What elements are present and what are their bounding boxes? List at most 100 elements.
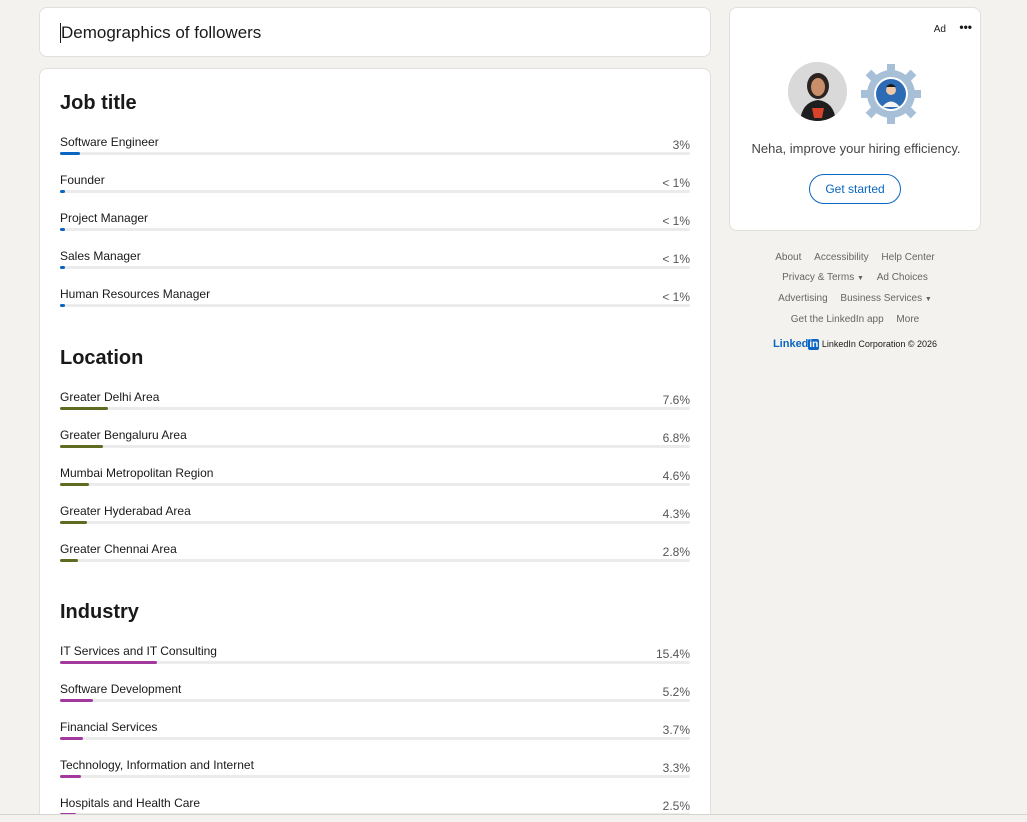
progress-fill xyxy=(60,699,93,702)
item-percentage: < 1% xyxy=(662,252,690,266)
item-label: Software Development xyxy=(60,682,182,696)
list-item: Project Manager < 1% xyxy=(60,211,690,245)
item-percentage: 7.6% xyxy=(662,393,690,407)
progress-track xyxy=(60,559,690,562)
avatar xyxy=(788,62,847,121)
progress-fill xyxy=(60,304,65,307)
item-label: Software Engineer xyxy=(60,135,159,149)
get-started-button[interactable]: Get started xyxy=(809,174,901,204)
list-item: Sales Manager < 1% xyxy=(60,249,690,283)
item-percentage: 3.7% xyxy=(662,723,690,737)
list-item: Human Resources Manager < 1% xyxy=(60,287,690,321)
item-label: Financial Services xyxy=(60,720,158,734)
progress-fill xyxy=(60,266,65,269)
item-percentage: 15.4% xyxy=(655,647,690,661)
progress-fill xyxy=(60,407,108,410)
progress-track xyxy=(60,190,690,193)
list-item: Founder < 1% xyxy=(60,173,690,207)
item-label: Project Manager xyxy=(60,211,149,225)
item-percentage: 2.5% xyxy=(662,799,690,813)
list-item: Greater Chennai Area 2.8% xyxy=(60,542,690,576)
demographics-header-card: Demographics of followers xyxy=(39,7,711,57)
chevron-down-icon: ▼ xyxy=(924,296,932,303)
progress-fill xyxy=(60,483,89,486)
footer-link-accessibility[interactable]: Accessibility xyxy=(814,252,868,263)
item-label: Mumbai Metropolitan Region xyxy=(60,466,214,480)
progress-track xyxy=(60,699,690,702)
item-label: Technology, Information and Internet xyxy=(60,758,254,772)
item-label: Sales Manager xyxy=(60,249,141,263)
business-label: Business Services xyxy=(840,293,923,304)
item-percentage: 4.6% xyxy=(662,469,690,483)
logo-text: Linked xyxy=(772,338,809,350)
linkedin-logo: Linkedin xyxy=(772,338,820,350)
item-percentage: 4.3% xyxy=(662,507,690,521)
progress-track xyxy=(60,661,690,664)
ad-card: Ad ••• Neha, improve your hiring efficie… xyxy=(729,7,981,231)
progress-track xyxy=(60,228,690,231)
gear-icon xyxy=(860,63,922,125)
section-title-industry: Industry xyxy=(60,601,139,623)
item-label: Greater Bengaluru Area xyxy=(60,428,187,442)
progress-fill xyxy=(60,190,65,193)
list-item: Software Development 5.2% xyxy=(60,682,690,716)
footer: About Accessibility Help Center Privacy … xyxy=(729,248,981,350)
item-percentage: 3.3% xyxy=(662,761,690,775)
bottom-strip xyxy=(0,814,1027,822)
footer-link-ad-choices[interactable]: Ad Choices xyxy=(877,272,928,283)
list-item: Greater Bengaluru Area 6.8% xyxy=(60,428,690,462)
item-label: Greater Chennai Area xyxy=(60,542,177,556)
section-title-location: Location xyxy=(60,347,144,369)
progress-fill xyxy=(60,445,103,448)
progress-track xyxy=(60,304,690,307)
progress-fill xyxy=(60,661,157,664)
item-percentage: 2.8% xyxy=(662,545,690,559)
section-title-job-title: Job title xyxy=(60,92,137,114)
list-item: IT Services and IT Consulting 15.4% xyxy=(60,644,690,678)
footer-link-help-center[interactable]: Help Center xyxy=(881,252,934,263)
progress-track xyxy=(60,737,690,740)
progress-track xyxy=(60,521,690,524)
progress-fill xyxy=(60,521,87,524)
progress-fill xyxy=(60,152,80,155)
footer-link-about[interactable]: About xyxy=(775,252,801,263)
footer-link-more[interactable]: More xyxy=(896,314,919,325)
item-label: IT Services and IT Consulting xyxy=(60,644,217,658)
demographics-card: Job title Software Engineer 3% Founder < 1%… xyxy=(39,68,711,822)
footer-link-get-app[interactable]: Get the LinkedIn app xyxy=(791,314,884,325)
list-item: Software Engineer 3% xyxy=(60,135,690,169)
chevron-down-icon: ▼ xyxy=(856,275,864,282)
list-item: Mumbai Metropolitan Region 4.6% xyxy=(60,466,690,500)
item-percentage: 6.8% xyxy=(662,431,690,445)
progress-track xyxy=(60,445,690,448)
list-item: Greater Delhi Area 7.6% xyxy=(60,390,690,424)
list-item: Technology, Information and Internet 3.3% xyxy=(60,758,690,792)
page-title: Demographics of followers xyxy=(60,23,262,43)
privacy-label: Privacy & Terms xyxy=(782,272,855,283)
progress-fill xyxy=(60,737,83,740)
item-percentage: 3% xyxy=(672,138,690,152)
progress-fill xyxy=(60,228,65,231)
item-label: Greater Delhi Area xyxy=(60,390,160,404)
progress-fill xyxy=(60,775,81,778)
footer-link-advertising[interactable]: Advertising xyxy=(778,293,827,304)
logo-in: in xyxy=(808,339,820,350)
copyright: LinkedIn Corporation © 2026 xyxy=(821,339,938,349)
item-label: Founder xyxy=(60,173,105,187)
footer-link-privacy[interactable]: Privacy & Terms ▼ xyxy=(782,272,864,283)
item-label: Human Resources Manager xyxy=(60,287,211,301)
item-label: Greater Hyderabad Area xyxy=(60,504,191,518)
item-percentage: < 1% xyxy=(662,290,690,304)
item-label: Hospitals and Health Care xyxy=(60,796,201,810)
ad-label: Ad xyxy=(933,24,946,35)
footer-link-business-services[interactable]: Business Services ▼ xyxy=(840,293,931,304)
list-item: Financial Services 3.7% xyxy=(60,720,690,754)
item-percentage: < 1% xyxy=(662,176,690,190)
progress-fill xyxy=(60,559,78,562)
progress-track xyxy=(60,266,690,269)
footer-brand: Linkedin LinkedIn Corporation © 2026 xyxy=(729,338,981,350)
progress-track xyxy=(60,775,690,778)
ad-message: Neha, improve your hiring efficiency. xyxy=(751,141,961,156)
more-horizontal-icon[interactable]: ••• xyxy=(959,20,972,34)
item-percentage: < 1% xyxy=(662,214,690,228)
